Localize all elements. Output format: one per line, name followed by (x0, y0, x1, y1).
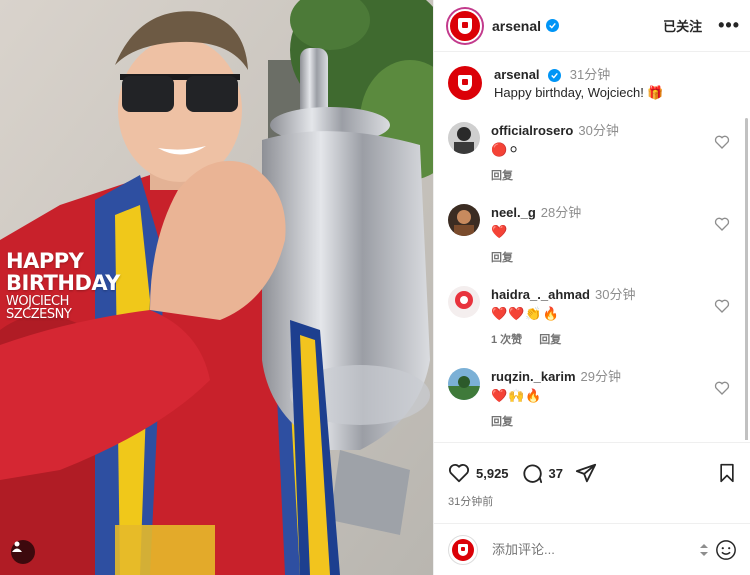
comment-username[interactable]: ruqzin._karim (491, 369, 576, 384)
instagram-post-view: HAPPY BIRTHDAY WOJCIECH SZCZESNY arsenal (0, 0, 750, 575)
comment-text: ❤️❤️👏🔥 (491, 306, 560, 321)
comment-username[interactable]: neel._g (491, 205, 536, 220)
comments-scrollbar[interactable] (745, 118, 748, 440)
add-comment-row (434, 523, 750, 575)
emoji-smiley-icon[interactable] (715, 539, 737, 561)
post-image[interactable]: HAPPY BIRTHDAY WOJCIECH SZCZESNY (0, 0, 433, 575)
reply-button[interactable]: 回复 (539, 334, 561, 346)
header-username-group: arsenal (492, 18, 560, 34)
post-header: arsenal 已关注 ••• (434, 0, 750, 52)
comment-item: officialrosero 30分钟 🔴⚪ 回复 (448, 108, 736, 190)
account-avatar[interactable] (448, 8, 482, 43)
caption-time: 31分钟 (569, 67, 611, 82)
comment-time: 28分钟 (540, 205, 582, 220)
header-username[interactable]: arsenal (492, 18, 541, 34)
comment-item: neel._g 28分钟 ❤️ 回复 (448, 190, 736, 272)
commenter-avatar[interactable] (448, 204, 480, 236)
share-send-icon[interactable] (575, 462, 597, 484)
overlay-line-happy: HAPPY (6, 249, 84, 273)
likes-count[interactable]: 5,925 (476, 466, 509, 481)
verified-badge-icon (548, 69, 562, 82)
like-count-button[interactable]: 1 次赞 (491, 334, 522, 346)
arsenal-crest-icon (458, 543, 468, 556)
reply-button[interactable]: 回复 (491, 170, 513, 182)
user-tag-button[interactable] (11, 540, 35, 564)
sort-arrows-icon[interactable] (699, 543, 709, 557)
heart-outline-icon[interactable] (714, 216, 730, 232)
comment-item: haidra_._ahmad 30分钟 ❤️❤️👏🔥 1 次赞 回复 (448, 272, 736, 354)
comment-username[interactable]: officialrosero (491, 123, 573, 138)
like-heart-icon[interactable] (448, 462, 470, 484)
arsenal-crest-icon (458, 17, 472, 34)
heart-outline-icon[interactable] (714, 298, 730, 314)
comments-list[interactable]: arsenal 31分钟 Happy birthday, Wojciech! 🎁… (434, 52, 750, 440)
comment-text: ❤️ (491, 224, 509, 239)
comment-text: ❤️🙌🔥 (491, 388, 543, 403)
comment-time: 30分钟 (595, 287, 636, 302)
comment-time: 29分钟 (580, 369, 621, 384)
comment-bubble-icon[interactable] (521, 462, 543, 484)
caption-body: arsenal 31分钟 Happy birthday, Wojciech! 🎁 (494, 66, 664, 108)
comment-item: ruqzin._karim 29分钟 ❤️🙌🔥 回复 (448, 354, 736, 436)
overlay-line-lastname: SZCZESNY (6, 307, 72, 322)
current-user-avatar[interactable] (448, 534, 478, 565)
more-options-icon[interactable]: ••• (718, 15, 740, 36)
comment-time: 30分钟 (578, 123, 619, 138)
commenter-avatar[interactable] (448, 368, 480, 400)
action-icon-row: 5,925 37 (434, 443, 750, 489)
caption-username[interactable]: arsenal (494, 67, 540, 82)
birthday-overlay-text: HAPPY BIRTHDAY WOJCIECH SZCZESNY (6, 250, 120, 321)
arsenal-crest-icon (458, 75, 472, 91)
comment-text: 🔴⚪ (491, 142, 521, 157)
post-side-panel: arsenal 已关注 ••• arsenal 31分钟 Happy birth… (433, 0, 750, 575)
commenter-avatar[interactable] (448, 122, 480, 154)
reply-button[interactable]: 回复 (491, 252, 513, 264)
verified-badge-icon (546, 19, 560, 32)
overlay-line-birthday: BIRTHDAY (6, 271, 120, 295)
user-tag-icon (12, 541, 22, 552)
posted-time: 31分钟前 (448, 496, 494, 508)
post-actions-area: 5,925 37 31分钟前 (434, 442, 750, 565)
caption-avatar[interactable] (448, 66, 482, 100)
post-caption: arsenal 31分钟 Happy birthday, Wojciech! 🎁 (448, 52, 736, 108)
comments-count[interactable]: 37 (549, 466, 563, 481)
heart-outline-icon[interactable] (714, 380, 730, 396)
heart-outline-icon[interactable] (714, 134, 730, 150)
add-comment-input[interactable] (492, 542, 699, 557)
commenter-avatar[interactable] (448, 286, 480, 318)
following-button[interactable]: 已关注 (663, 16, 702, 35)
reply-button[interactable]: 回复 (491, 416, 513, 428)
comment-username[interactable]: haidra_._ahmad (491, 287, 590, 302)
bookmark-icon[interactable] (717, 463, 737, 483)
caption-text: Happy birthday, Wojciech! 🎁 (494, 85, 664, 100)
